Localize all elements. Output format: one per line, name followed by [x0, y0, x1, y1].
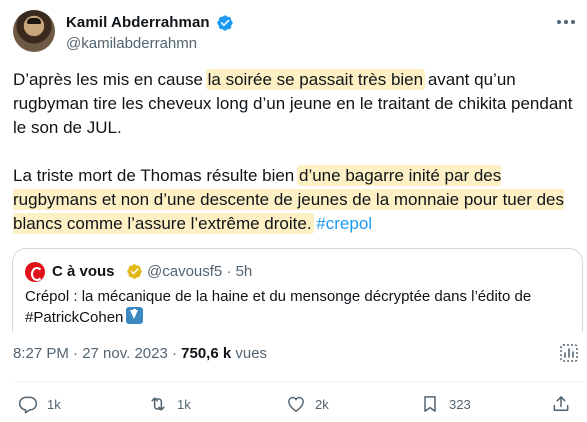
- author-avatar[interactable]: [13, 10, 55, 52]
- tweet-paragraph-2: La triste mort de Thomas résulte bien d’…: [13, 164, 583, 236]
- reply-button[interactable]: 1k: [18, 391, 61, 417]
- heart-icon: [288, 396, 304, 412]
- quoted-text-content: Crépol : la mécanique de la haine et du …: [25, 288, 532, 326]
- retweet-icon: [151, 397, 165, 411]
- quoted-tweet-text: Crépol : la mécanique de la haine et du …: [25, 287, 575, 328]
- reply-icon: [18, 396, 38, 414]
- share-button[interactable]: [551, 391, 571, 417]
- verified-badge-icon[interactable]: [216, 14, 234, 32]
- bookmark-count: 323: [449, 396, 471, 412]
- bookmark-icon: [424, 396, 436, 412]
- text-segment: La triste mort de Thomas résulte bien: [13, 166, 299, 185]
- share-icon: [553, 396, 569, 411]
- tweet-paragraph-1: D’après les mis en cause la soirée se pa…: [13, 68, 583, 140]
- quoted-handle-time[interactable]: @cavousf5 · 5h: [147, 263, 252, 280]
- reply-count: 1k: [47, 396, 61, 412]
- hashtag-link[interactable]: #crepol: [316, 214, 372, 233]
- quoted-author-avatar[interactable]: [25, 262, 45, 282]
- more-options-icon[interactable]: [555, 17, 577, 27]
- quoted-author-name[interactable]: C à vous: [52, 263, 115, 280]
- gold-verified-badge-icon[interactable]: [126, 263, 143, 280]
- tweet-text: D’après les mis en cause la soirée se pa…: [13, 68, 583, 236]
- down-arrow-emoji-icon: [126, 307, 144, 324]
- analytics-icon[interactable]: [559, 343, 579, 363]
- views-label: vues: [231, 345, 268, 362]
- quoted-tweet[interactable]: C à vous @cavousf5 · 5h Crépol : la méca…: [12, 248, 583, 332]
- author-handle[interactable]: @kamilabderrahmn: [66, 35, 197, 52]
- highlighted-text: la soirée se passait très bien: [205, 69, 426, 90]
- tweet-card: Kamil Abderrahman @kamilabderrahmn D’apr…: [0, 0, 587, 422]
- views-count: 750,6 k: [181, 345, 232, 362]
- bookmark-button[interactable]: 323: [420, 391, 471, 417]
- divider: [13, 381, 583, 382]
- retweet-count: 1k: [177, 396, 191, 412]
- retweet-button[interactable]: 1k: [148, 391, 191, 417]
- author-display-name[interactable]: Kamil Abderrahman: [66, 14, 210, 31]
- tweet-meta: 8:27 PM · 27 nov. 2023 · 750,6 k vues: [13, 345, 267, 362]
- like-count: 2k: [315, 396, 329, 412]
- timestamp-link[interactable]: 8:27 PM · 27 nov. 2023 ·: [13, 345, 181, 362]
- text-segment: D’après les mis en cause: [13, 70, 208, 89]
- like-button[interactable]: 2k: [286, 391, 329, 417]
